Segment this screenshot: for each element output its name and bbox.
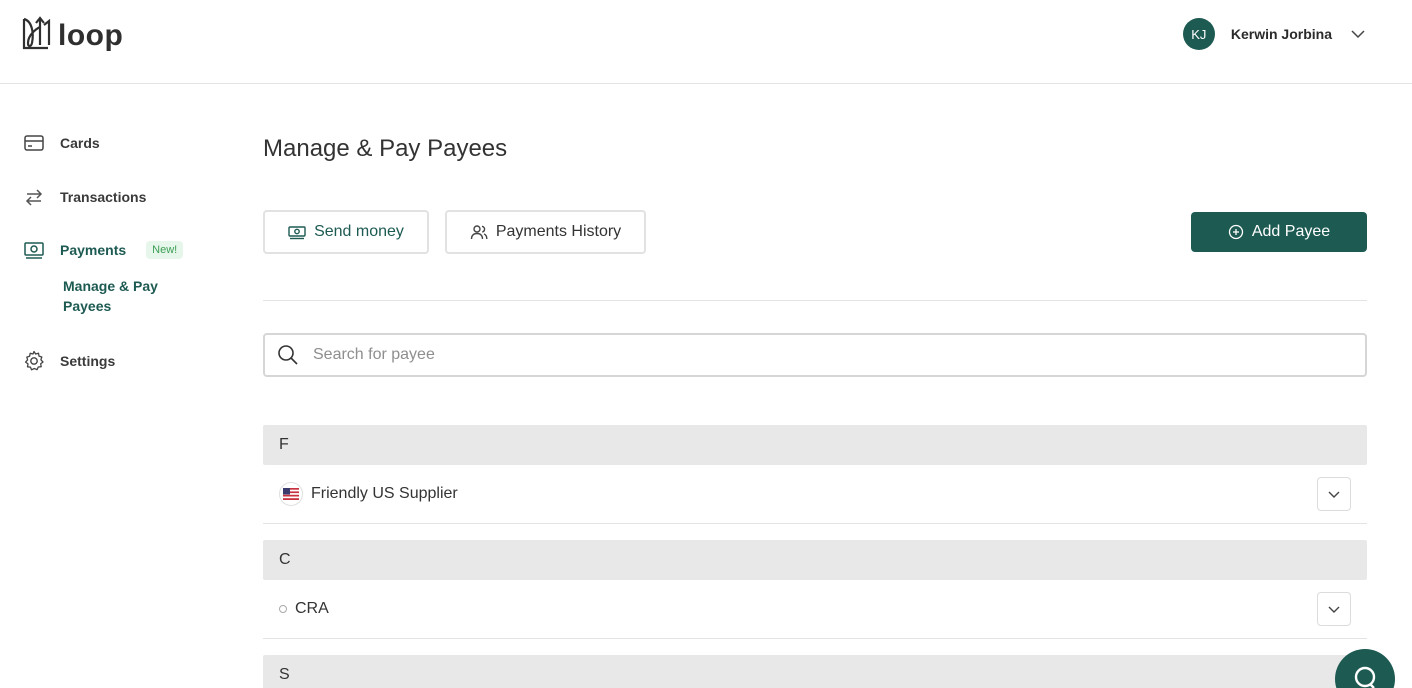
group-letter: C [279,551,291,568]
plus-circle-icon [1228,224,1244,240]
list-item[interactable]: CRA [263,580,1367,639]
group-letter: F [279,436,289,453]
send-money-button[interactable]: Send money [263,210,429,254]
sidebar-item-label: Settings [60,353,116,369]
chevron-down-icon [1328,491,1340,498]
payments-history-label: Payments History [495,223,622,240]
money-icon [288,224,306,240]
sidebar-item-label: Payments [60,242,127,258]
group-header-s: S [263,655,1367,688]
group-letter: S [279,666,290,683]
expand-payee-button[interactable] [1317,592,1351,626]
loop-logo-icon [22,15,52,56]
sidebar-item-label: Transactions [60,189,147,205]
top-bar: loop KJ Kerwin Jorbina [0,0,1412,84]
avatar: KJ [1182,18,1215,50]
user-menu[interactable]: KJ Kerwin Jorbina [1182,18,1366,50]
sidebar-item-payments[interactable]: Payments New! [22,238,184,262]
gear-icon [22,349,46,373]
user-name: Kerwin Jorbina [1230,26,1332,42]
add-payee-button[interactable]: Add Payee [1191,212,1367,252]
payments-icon [22,238,46,262]
chevron-down-icon [1328,606,1340,613]
group-header-c: C [263,540,1367,580]
chat-icon [1352,664,1378,688]
page-title: Manage & Pay Payees [263,135,508,162]
expand-payee-button[interactable] [1317,477,1351,511]
send-money-label: Send money [314,223,404,240]
logo-text: loop [58,18,124,52]
new-badge: New! [146,241,184,259]
group-header-f: F [263,425,1367,465]
circle-icon [279,605,287,613]
search-box[interactable] [263,333,1367,377]
search-icon [277,344,299,366]
us-flag-icon [279,482,303,506]
payments-history-button[interactable]: Payments History [445,210,646,254]
swap-arrows-icon [22,185,46,209]
sidebar-item-cards[interactable]: Cards [22,131,100,155]
sidebar-subitem-manage-pay-payees[interactable]: Manage & Pay Payees [63,276,203,316]
list-item[interactable]: Friendly US Supplier [263,465,1367,524]
search-input[interactable] [313,346,1313,364]
payee-name: Friendly US Supplier [311,485,458,502]
sidebar-item-transactions[interactable]: Transactions [22,185,146,209]
divider [263,300,1367,301]
loop-logo[interactable]: loop [22,15,123,56]
users-icon [470,224,488,240]
add-payee-label: Add Payee [1251,223,1331,240]
sidebar-item-settings[interactable]: Settings [22,349,115,373]
credit-card-icon [22,131,46,155]
sidebar-item-label: Cards [60,135,100,151]
payee-name: CRA [295,600,329,617]
chevron-down-icon[interactable] [1350,26,1366,42]
